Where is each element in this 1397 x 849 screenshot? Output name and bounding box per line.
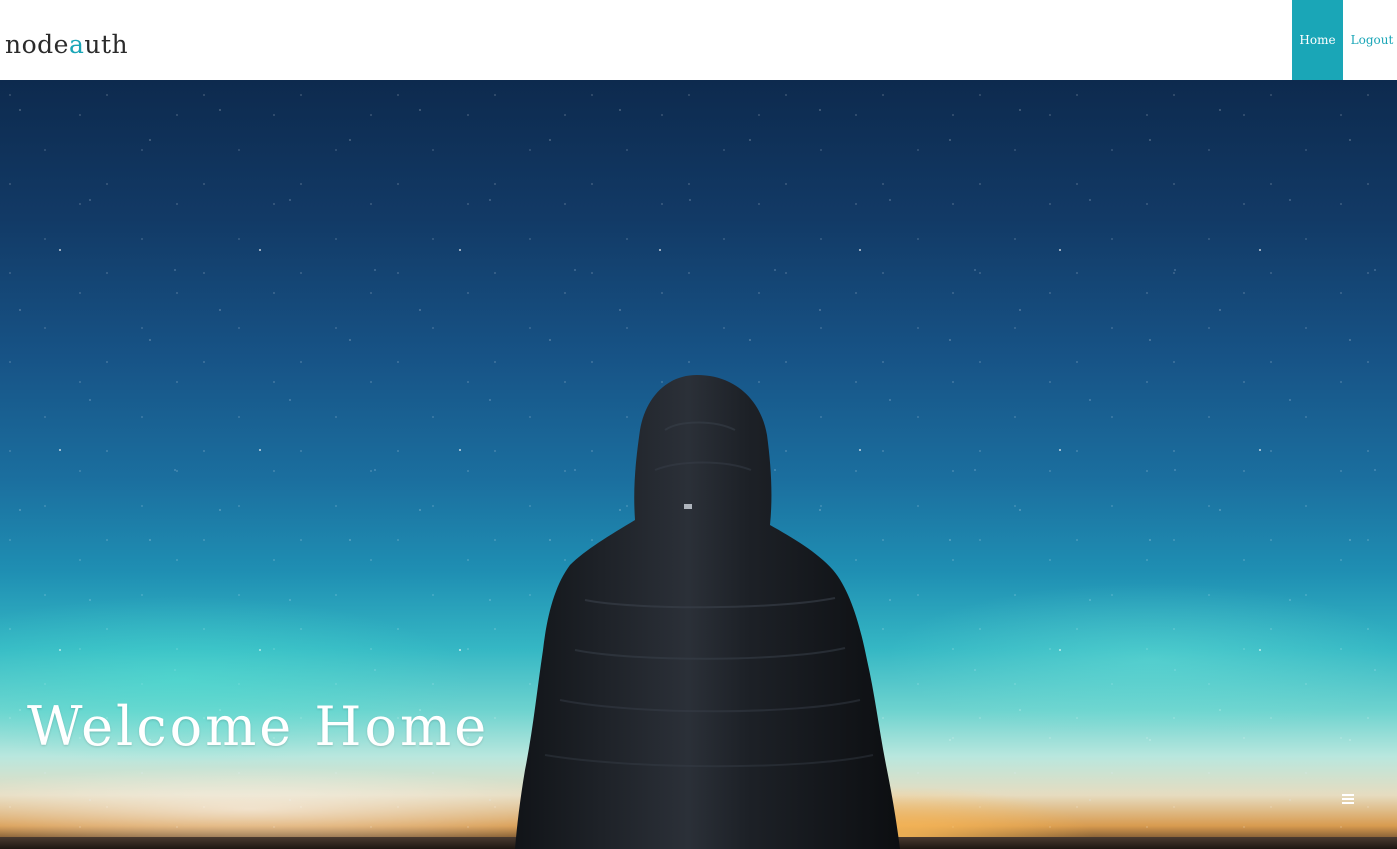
hamburger-menu-icon[interactable] (1342, 794, 1356, 806)
menu-icon-bar (1342, 802, 1354, 804)
logo-text-accent: a (68, 30, 85, 59)
hero-banner: Welcome Home (0, 80, 1397, 849)
nav-link-logout[interactable]: Logout (1343, 0, 1397, 80)
logo-text-uth: uth (84, 30, 129, 59)
hooded-person-silhouette (515, 375, 900, 849)
menu-icon-bar (1342, 794, 1354, 796)
logo-text-node: node (5, 30, 69, 59)
hero-title: Welcome Home (27, 695, 490, 758)
nav-links: Home Logout (1292, 0, 1397, 80)
site-logo[interactable]: nodeauth (5, 30, 128, 60)
top-navbar: nodeauth Home Logout (0, 0, 1397, 80)
nav-link-home[interactable]: Home (1292, 0, 1343, 80)
menu-icon-bar (1342, 798, 1354, 800)
